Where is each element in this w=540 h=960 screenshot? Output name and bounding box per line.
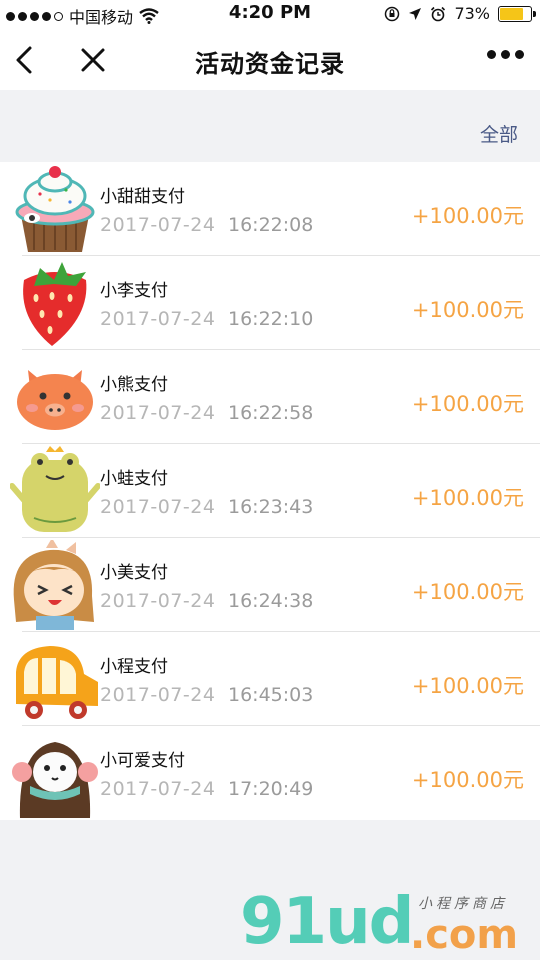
more-button[interactable] — [487, 50, 524, 59]
pig-icon — [17, 370, 93, 430]
record-amount: +100.00元 — [411, 204, 524, 228]
status-right: 73% — [384, 4, 536, 23]
status-bar: 中国移动 4:20 PM 73% — [0, 0, 540, 30]
record-amount: +100.00元 — [411, 674, 524, 698]
record-time: 16:22:58 — [228, 402, 314, 424]
record-amount: +100.00元 — [411, 392, 524, 416]
record-date: 2017-07-24 — [100, 496, 216, 518]
record-date: 2017-07-24 — [100, 590, 216, 612]
record-date: 2017-07-24 — [100, 402, 216, 424]
payer-name: 小甜甜支付 — [100, 187, 185, 207]
watermark-domain: .com — [410, 912, 519, 958]
record-list: 小甜甜支付 2017-07-24 16:22:08 +100.00元 小李支付 … — [0, 162, 540, 820]
list-item[interactable]: 小熊支付 2017-07-24 16:22:58 +100.00元 — [0, 350, 540, 444]
list-item[interactable]: 小可爱支付 2017-07-24 17:20:49 +100.00元 — [0, 726, 540, 820]
more-dots-icon — [487, 50, 496, 59]
record-time: 17:20:49 — [228, 778, 314, 800]
record-time: 16:22:08 — [228, 214, 314, 236]
payer-name: 小可爱支付 — [100, 751, 185, 771]
record-time: 16:23:43 — [228, 496, 314, 518]
record-amount: +100.00元 — [411, 580, 524, 604]
record-time: 16:24:38 — [228, 590, 314, 612]
record-date: 2017-07-24 — [100, 308, 216, 330]
payer-name: 小美支付 — [100, 563, 168, 583]
bus-icon — [16, 646, 98, 719]
location-icon — [409, 7, 422, 20]
orientation-lock-icon — [385, 6, 400, 21]
record-date: 2017-07-24 — [100, 778, 216, 800]
alarm-icon — [431, 6, 446, 21]
record-time: 16:45:03 — [228, 684, 314, 706]
payer-name: 小程支付 — [100, 657, 168, 677]
list-item[interactable]: 小程支付 2017-07-24 16:45:03 +100.00元 — [0, 632, 540, 726]
payer-name: 小李支付 — [100, 281, 168, 301]
payer-name: 小蛙支付 — [100, 469, 168, 489]
record-amount: +100.00元 — [411, 486, 524, 510]
record-date: 2017-07-24 — [100, 684, 216, 706]
monkey-icon — [12, 742, 98, 818]
payer-name: 小熊支付 — [100, 375, 168, 395]
page-title: 活动资金记录 — [195, 50, 345, 78]
cupcake-icon — [15, 166, 95, 252]
record-date: 2017-07-24 — [100, 214, 216, 236]
record-time: 16:22:10 — [228, 308, 314, 330]
watermark-subtitle: 小程序商店 — [418, 896, 508, 912]
watermark: 91ud .com 小程序商店 — [240, 885, 540, 960]
list-item[interactable]: 小甜甜支付 2017-07-24 16:22:08 +100.00元 — [0, 162, 540, 256]
record-amount: +100.00元 — [411, 768, 524, 792]
filter-all-button[interactable]: 全部 — [480, 120, 518, 147]
girl-icon — [13, 540, 94, 630]
list-item[interactable]: 小美支付 2017-07-24 16:24:38 +100.00元 — [0, 538, 540, 632]
battery-icon — [498, 5, 536, 22]
battery-percent: 73% — [454, 4, 490, 23]
watermark-logo: 91ud — [240, 885, 414, 959]
list-item[interactable]: 小蛙支付 2017-07-24 16:23:43 +100.00元 — [0, 444, 540, 538]
record-amount: +100.00元 — [411, 298, 524, 322]
nav-bar: 活动资金记录 — [0, 30, 540, 90]
list-item[interactable]: 小李支付 2017-07-24 16:22:10 +100.00元 — [0, 256, 540, 350]
battery-fill — [500, 7, 524, 20]
frog-icon — [10, 446, 100, 532]
strawberry-icon — [23, 262, 87, 346]
